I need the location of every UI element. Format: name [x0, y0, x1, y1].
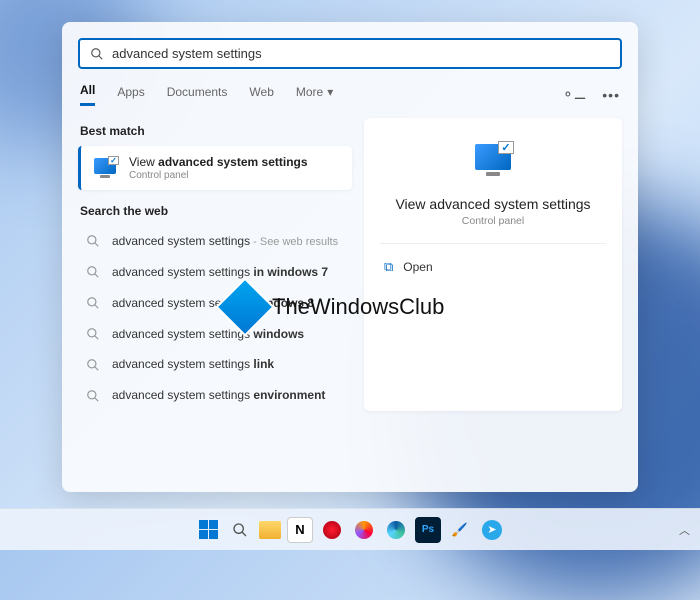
search-panel: All Apps Documents Web More▾ ⚬⚊ ••• Best… — [62, 22, 638, 492]
system-settings-icon: ✓ — [91, 154, 119, 182]
web-result[interactable]: advanced system settings link — [78, 349, 352, 380]
taskbar-firefox-icon[interactable] — [351, 517, 377, 543]
taskbar-search-button[interactable] — [227, 517, 253, 543]
open-action[interactable]: ⧉ Open — [380, 254, 606, 280]
search-input[interactable] — [112, 46, 610, 61]
taskbar-opera-icon[interactable] — [319, 517, 345, 543]
taskbar: N Ps 🖌️ ➤ ︿ — [0, 508, 700, 550]
search-icon — [86, 358, 100, 372]
search-icon — [86, 234, 100, 248]
tab-more[interactable]: More▾ — [296, 85, 333, 105]
preview-title: View advanced system settings — [395, 196, 590, 212]
taskbar-paint-icon[interactable]: 🖌️ — [447, 517, 473, 543]
tab-web[interactable]: Web — [249, 85, 273, 105]
search-web-heading: Search the web — [80, 204, 352, 218]
web-result[interactable]: advanced system settings - See web resul… — [78, 226, 352, 257]
search-icon — [86, 265, 100, 279]
best-match-result[interactable]: ✓ View advanced system settings Control … — [78, 146, 352, 190]
search-icon — [90, 47, 104, 61]
tab-all[interactable]: All — [80, 83, 95, 106]
chevron-down-icon: ▾ — [327, 85, 333, 99]
preview-icon: ✓ — [471, 138, 515, 182]
taskbar-telegram-icon[interactable]: ➤ — [479, 517, 505, 543]
search-icon — [86, 389, 100, 403]
more-options-icon[interactable]: ••• — [602, 87, 620, 103]
taskbar-notion-icon[interactable]: N — [287, 517, 313, 543]
result-subtitle: Control panel — [129, 170, 308, 181]
preview-subtitle: Control panel — [462, 215, 524, 227]
results-column: Best match ✓ View advanced system settin… — [78, 118, 352, 411]
taskbar-edge-icon[interactable] — [383, 517, 409, 543]
tab-documents[interactable]: Documents — [167, 85, 228, 105]
open-icon: ⧉ — [384, 259, 393, 275]
search-icon — [86, 327, 100, 341]
search-box[interactable] — [78, 38, 622, 69]
taskbar-start-button[interactable] — [195, 517, 221, 543]
filter-tabs: All Apps Documents Web More▾ ⚬⚊ ••• — [78, 83, 622, 106]
search-icon — [86, 296, 100, 310]
web-result[interactable]: advanced system settings in windows 7 — [78, 257, 352, 288]
taskbar-chevron-up-icon[interactable]: ︿ — [679, 522, 690, 538]
web-result[interactable]: advanced system settings environment — [78, 380, 352, 411]
preview-pane: ✓ View advanced system settings Control … — [364, 118, 622, 411]
taskbar-explorer-icon[interactable] — [259, 521, 281, 539]
watermark-logo-icon — [215, 277, 274, 336]
taskbar-photoshop-icon[interactable]: Ps — [415, 517, 441, 543]
tab-apps[interactable]: Apps — [117, 85, 144, 105]
best-match-heading: Best match — [80, 124, 352, 138]
recent-apps-icon[interactable]: ⚬⚊ — [562, 86, 586, 103]
watermark: TheWindowsClub — [224, 286, 444, 328]
result-title: View advanced system settings — [129, 155, 308, 169]
